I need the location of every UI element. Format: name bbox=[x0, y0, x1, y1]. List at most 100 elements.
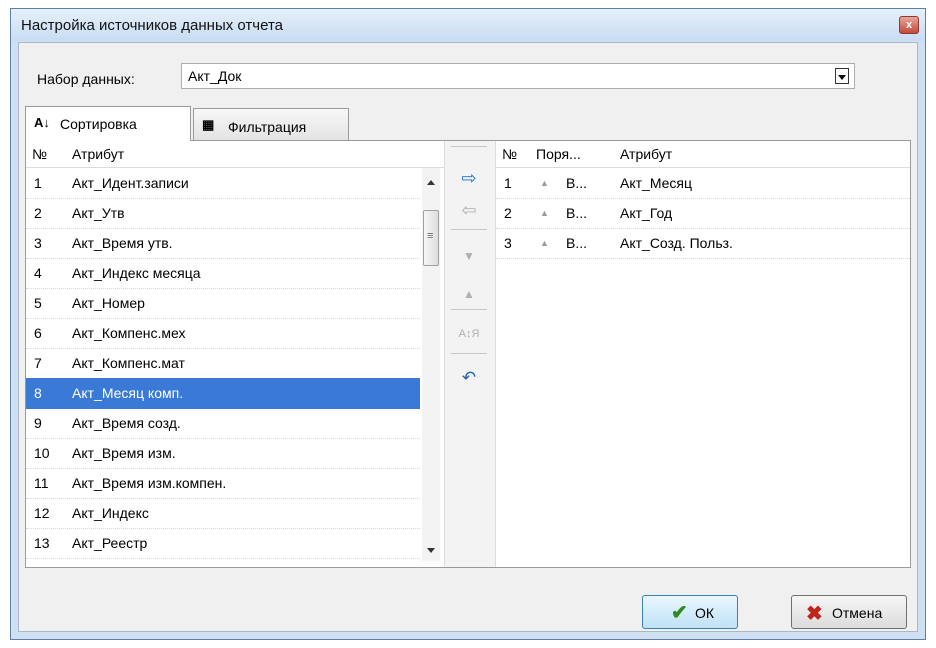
row-number: 2 bbox=[34, 205, 42, 221]
dataset-select[interactable]: Акт_Док bbox=[181, 63, 855, 89]
row-number: 3 bbox=[34, 235, 42, 251]
scrollbar-thumb[interactable] bbox=[423, 210, 439, 266]
table-row[interactable]: 10 Акт_Время изм. bbox=[26, 438, 420, 469]
vertical-scrollbar[interactable] bbox=[422, 168, 440, 561]
toolbar-separator bbox=[451, 146, 487, 147]
row-attribute: Акт_Год bbox=[620, 205, 673, 221]
row-attribute: Акт_Реестр bbox=[72, 535, 148, 551]
table-row[interactable]: 1 ▲ В... Акт_Месяц bbox=[496, 168, 910, 199]
tab-filter-label: Фильтрация bbox=[228, 119, 307, 135]
row-number: 7 bbox=[34, 355, 42, 371]
filter-table-icon: ▦ bbox=[202, 117, 215, 132]
table-row[interactable]: 11 Акт_Время изм.компен. bbox=[26, 468, 420, 499]
available-attributes-grid: № Атрибут 1 Акт_Идент.записи 2 Акт_Утв 3 Акт_… bbox=[26, 141, 444, 567]
dialog-client-area: Набор данных: Акт_Док A↓ Сортировка ▦ Фи… bbox=[18, 42, 918, 632]
reset-button[interactable]: ↶ bbox=[455, 365, 483, 391]
dataset-label: Набор данных: bbox=[37, 71, 135, 87]
sort-direction-icon: ▲ bbox=[540, 238, 549, 248]
row-number: 6 bbox=[34, 325, 42, 341]
move-up-button[interactable]: ▲ bbox=[455, 281, 483, 307]
ok-button[interactable]: ✔ ОК bbox=[642, 595, 738, 629]
row-attribute: Акт_Идент.записи bbox=[72, 175, 189, 191]
table-row[interactable]: 3 Акт_Время утв. bbox=[26, 228, 420, 259]
column-header-attribute[interactable]: Атрибут bbox=[72, 146, 124, 162]
ok-button-label: ОК bbox=[695, 605, 715, 621]
cross-icon: ✖ bbox=[806, 603, 823, 625]
row-number: 1 bbox=[504, 175, 512, 191]
row-attribute: Акт_Время изм. bbox=[72, 445, 176, 461]
row-attribute: Акт_Утв bbox=[72, 205, 125, 221]
column-header-number[interactable]: № bbox=[32, 146, 47, 162]
sort-direction-icon: ▲ bbox=[540, 208, 549, 218]
row-attribute: Акт_Номер bbox=[72, 295, 145, 311]
row-attribute: Акт_Индекс bbox=[72, 505, 149, 521]
row-order: В... bbox=[566, 235, 588, 251]
scroll-up-icon[interactable] bbox=[427, 180, 435, 185]
row-number: 10 bbox=[34, 445, 50, 461]
row-order: В... bbox=[566, 205, 588, 221]
sort-pane: № Атрибут 1 Акт_Идент.записи 2 Акт_Утв 3 Акт_… bbox=[25, 140, 911, 568]
column-header-attribute[interactable]: Атрибут bbox=[620, 146, 672, 162]
toolbar-separator bbox=[451, 353, 487, 354]
move-down-button[interactable]: ▼ bbox=[455, 243, 483, 269]
close-button[interactable]: x bbox=[899, 16, 919, 34]
column-header-number[interactable]: № bbox=[502, 146, 517, 162]
toolbar-separator bbox=[451, 229, 487, 230]
toolbar-separator bbox=[451, 309, 487, 310]
row-number: 11 bbox=[34, 475, 49, 491]
row-number: 9 bbox=[34, 415, 42, 431]
chevron-down-icon[interactable] bbox=[835, 68, 849, 84]
table-row[interactable]: 4 Акт_Индекс месяца bbox=[26, 258, 420, 289]
column-header-order[interactable]: Поря... bbox=[536, 146, 581, 162]
dialog-window: Настройка источников данных отчета x Наб… bbox=[10, 8, 926, 640]
row-number: 2 bbox=[504, 205, 512, 221]
toggle-sort-order-button[interactable]: A↕Я bbox=[455, 321, 483, 347]
sort-direction-icon: ▲ bbox=[540, 178, 549, 188]
tab-sort[interactable]: A↓ Сортировка bbox=[25, 106, 191, 141]
row-attribute: Акт_Компенс.мат bbox=[72, 355, 185, 371]
row-attribute: Акт_Время созд. bbox=[72, 415, 181, 431]
checkmark-icon: ✔ bbox=[671, 602, 688, 624]
table-row[interactable]: 2 ▲ В... Акт_Год bbox=[496, 198, 910, 229]
row-attribute: Акт_Месяц bbox=[620, 175, 693, 191]
row-attribute: Акт_Индекс месяца bbox=[72, 265, 201, 281]
table-row[interactable]: 8 Акт_Месяц комп. bbox=[26, 378, 420, 409]
cancel-button[interactable]: ✖ Отмена bbox=[791, 595, 907, 629]
row-attribute: Акт_Компенс.мех bbox=[72, 325, 186, 341]
tab-filter[interactable]: ▦ Фильтрация bbox=[193, 108, 349, 140]
table-row[interactable]: 6 Акт_Компенс.мех bbox=[26, 318, 420, 349]
row-number: 12 bbox=[34, 505, 50, 521]
remove-attribute-button[interactable]: ⇦ bbox=[455, 197, 483, 223]
tab-sort-label: Сортировка bbox=[60, 116, 137, 132]
row-number: 13 bbox=[34, 535, 50, 551]
sort-attributes-grid: № Поря... Атрибут 1 ▲ В... Акт_Месяц 2 ▲ В... А… bbox=[496, 141, 910, 567]
table-row[interactable]: 9 Акт_Время созд. bbox=[26, 408, 420, 439]
dataset-value: Акт_Док bbox=[188, 68, 242, 84]
title-bar[interactable]: Настройка источников данных отчета x bbox=[11, 9, 925, 41]
row-number: 5 bbox=[34, 295, 42, 311]
window-title: Настройка источников данных отчета bbox=[21, 17, 283, 34]
row-number: 4 bbox=[34, 265, 42, 281]
row-attribute: Акт_Время изм.компен. bbox=[72, 475, 227, 491]
table-row[interactable]: 2 Акт_Утв bbox=[26, 198, 420, 229]
row-attribute: Акт_Месяц комп. bbox=[72, 385, 184, 401]
row-attribute: Акт_Время утв. bbox=[72, 235, 173, 251]
row-number: 3 bbox=[504, 235, 512, 251]
row-order: В... bbox=[566, 175, 588, 191]
scroll-down-icon[interactable] bbox=[427, 548, 435, 553]
grid-header: № Атрибут bbox=[26, 141, 444, 168]
table-row[interactable]: 7 Акт_Компенс.мат bbox=[26, 348, 420, 379]
row-attribute: Акт_Созд. Польз. bbox=[620, 235, 733, 251]
table-row[interactable]: 5 Акт_Номер bbox=[26, 288, 420, 319]
table-row[interactable]: 1 Акт_Идент.записи bbox=[26, 168, 420, 199]
row-number: 1 bbox=[34, 175, 42, 191]
table-row[interactable]: 3 ▲ В... Акт_Созд. Польз. bbox=[496, 228, 910, 259]
cancel-button-label: Отмена bbox=[832, 605, 883, 621]
grid-header: № Поря... Атрибут bbox=[496, 141, 910, 168]
sort-toolbar: ⇨ ⇦ ▼ ▲ A↕Я ↶ bbox=[444, 141, 496, 567]
table-row[interactable]: 12 Акт_Индекс bbox=[26, 498, 420, 529]
add-attribute-button[interactable]: ⇨ bbox=[455, 165, 483, 191]
sort-az-icon: A↓ bbox=[34, 115, 50, 130]
table-row[interactable]: 13 Акт_Реестр bbox=[26, 528, 420, 559]
row-number: 8 bbox=[34, 385, 42, 401]
